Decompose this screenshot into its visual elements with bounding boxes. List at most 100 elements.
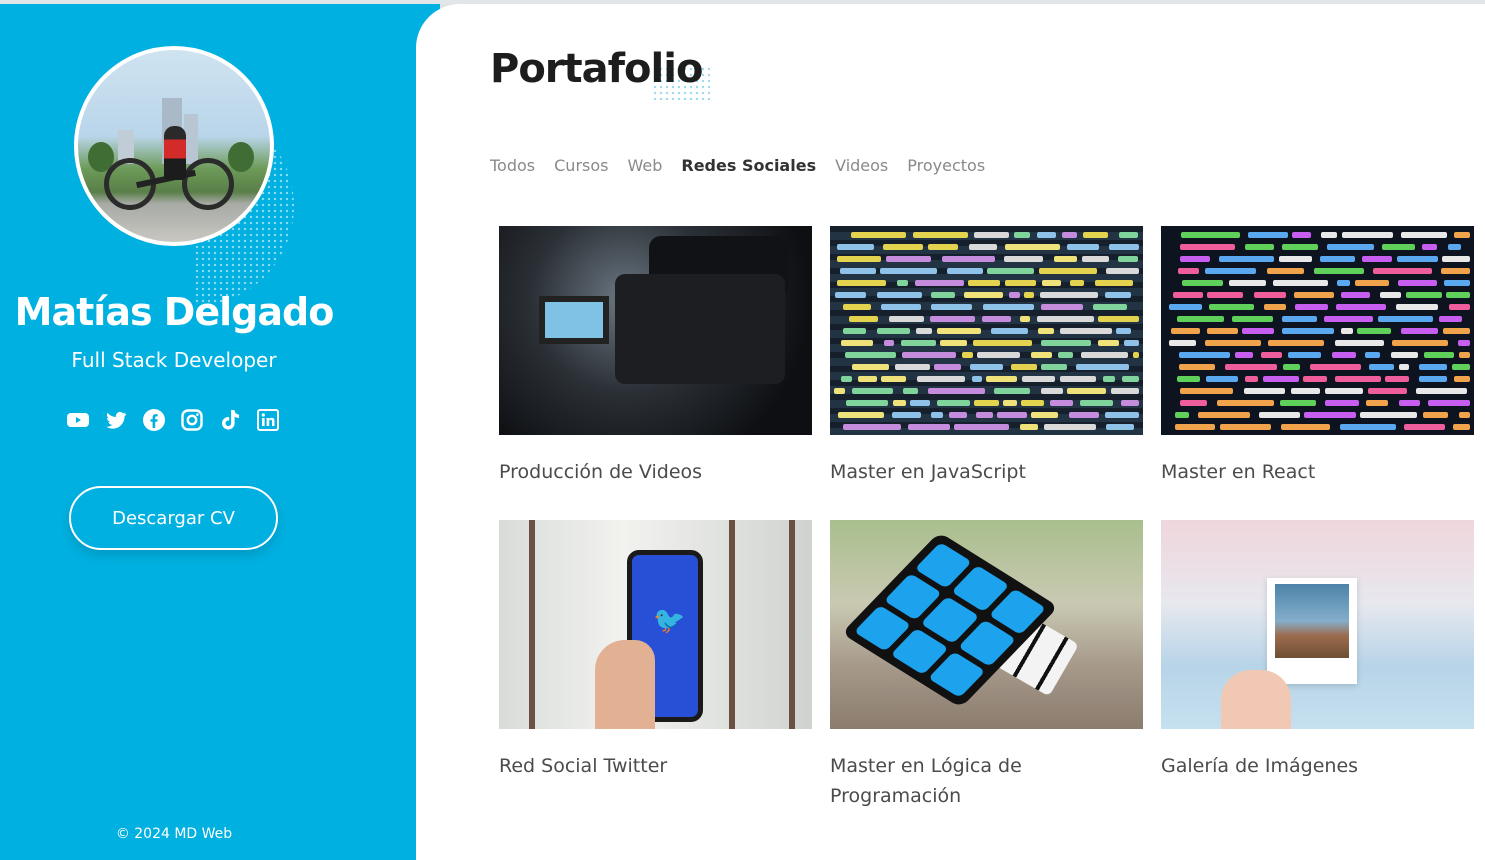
code-texture	[1454, 376, 1470, 382]
code-texture	[1245, 376, 1258, 382]
code-texture	[1205, 268, 1256, 274]
code-texture	[895, 364, 930, 370]
code-texture	[1022, 376, 1055, 382]
code-texture	[1177, 316, 1224, 322]
code-texture	[1340, 424, 1396, 430]
code-texture	[937, 400, 970, 406]
code-texture	[1041, 304, 1083, 310]
filter-proyectos[interactable]: Proyectos	[907, 156, 985, 175]
code-texture	[1179, 352, 1230, 358]
code-texture	[1124, 340, 1139, 346]
page-title: Portafolio	[490, 46, 703, 92]
code-texture	[910, 400, 930, 406]
code-texture	[1444, 280, 1470, 286]
code-texture	[1209, 304, 1254, 310]
code-texture	[1067, 244, 1099, 250]
code-texture	[1109, 244, 1139, 250]
code-texture	[1294, 292, 1334, 298]
portfolio-item[interactable]: Master en JavaScript	[830, 226, 1143, 520]
code-texture	[1360, 412, 1417, 418]
code-texture	[1180, 256, 1210, 262]
filter-videos[interactable]: Videos	[835, 156, 888, 175]
code-texture	[1106, 424, 1134, 430]
code-texture	[1031, 412, 1058, 418]
code-texture	[1178, 268, 1199, 274]
facebook-icon[interactable]	[142, 408, 166, 432]
code-texture	[986, 376, 1017, 382]
youtube-icon[interactable]	[66, 408, 90, 432]
twitter-icon[interactable]	[104, 408, 128, 432]
code-texture	[937, 328, 981, 334]
code-texture	[1248, 232, 1288, 238]
portfolio-item[interactable]: 🐦 Red Social Twitter	[499, 520, 812, 814]
code-texture	[977, 352, 1020, 358]
code-texture	[845, 352, 896, 358]
code-texture	[969, 244, 997, 250]
filter-redes-sociales[interactable]: Redes Sociales	[681, 156, 816, 175]
code-texture	[846, 400, 888, 406]
code-texture	[930, 316, 975, 322]
linkedin-icon[interactable]	[256, 408, 280, 432]
portfolio-item[interactable]: Master en React	[1161, 226, 1474, 520]
code-texture	[1399, 364, 1409, 370]
code-texture	[837, 244, 874, 250]
code-texture	[1335, 376, 1381, 382]
code-texture	[1180, 388, 1233, 394]
code-texture	[982, 316, 1011, 322]
code-texture	[1327, 244, 1374, 250]
portfolio-item[interactable]: Galería de Imágenes	[1161, 520, 1474, 814]
code-texture	[1105, 292, 1131, 298]
code-texture	[1314, 268, 1364, 274]
code-texture	[1459, 352, 1470, 358]
twitter-phone-image: 🐦	[499, 520, 812, 729]
code-texture	[1039, 268, 1097, 274]
code-texture	[1416, 388, 1467, 394]
portfolio-item-title: Master en JavaScript	[830, 461, 1026, 483]
code-texture	[1106, 268, 1139, 274]
code-texture	[1336, 304, 1386, 310]
code-texture	[947, 268, 983, 274]
code-texture	[1080, 400, 1113, 406]
code-texture	[1235, 352, 1253, 358]
code-texture	[1283, 364, 1300, 370]
react-code-image	[1161, 226, 1474, 435]
code-texture	[1050, 400, 1073, 406]
code-texture	[1369, 364, 1394, 370]
code-texture	[974, 400, 999, 406]
code-texture	[1116, 328, 1131, 334]
code-texture	[1324, 316, 1373, 322]
code-texture	[1173, 292, 1203, 298]
code-texture	[991, 328, 1028, 334]
code-texture	[1422, 244, 1437, 250]
code-texture	[1181, 232, 1240, 238]
filter-todos[interactable]: Todos	[490, 156, 535, 175]
code-texture	[931, 304, 972, 310]
photo-rider	[164, 126, 186, 180]
code-texture	[1242, 328, 1274, 334]
code-texture	[901, 340, 936, 346]
portfolio-item[interactable]: Master en Lógica de Programación	[830, 520, 1143, 814]
code-texture	[1442, 256, 1470, 262]
tiktok-icon[interactable]	[218, 408, 242, 432]
code-texture	[1385, 376, 1409, 382]
download-cv-button[interactable]: Descargar CV	[69, 486, 278, 550]
code-texture	[881, 304, 921, 310]
filter-cursos[interactable]: Cursos	[554, 156, 608, 175]
code-texture	[1392, 340, 1448, 346]
code-texture	[834, 388, 845, 394]
filter-web[interactable]: Web	[627, 156, 662, 175]
code-texture	[881, 376, 906, 382]
code-texture	[1037, 232, 1056, 238]
code-texture	[1365, 352, 1380, 358]
code-texture	[1373, 268, 1432, 274]
code-texture	[1060, 328, 1112, 334]
code-texture	[1304, 412, 1356, 418]
code-texture	[1366, 400, 1388, 406]
portfolio-item-title: Red Social Twitter	[499, 755, 668, 777]
code-texture	[1273, 280, 1328, 286]
code-texture	[1207, 292, 1243, 298]
instagram-icon[interactable]	[180, 408, 204, 432]
portfolio-item[interactable]: Producción de Videos	[499, 226, 812, 520]
code-texture	[1254, 292, 1286, 298]
code-texture	[1180, 400, 1207, 406]
